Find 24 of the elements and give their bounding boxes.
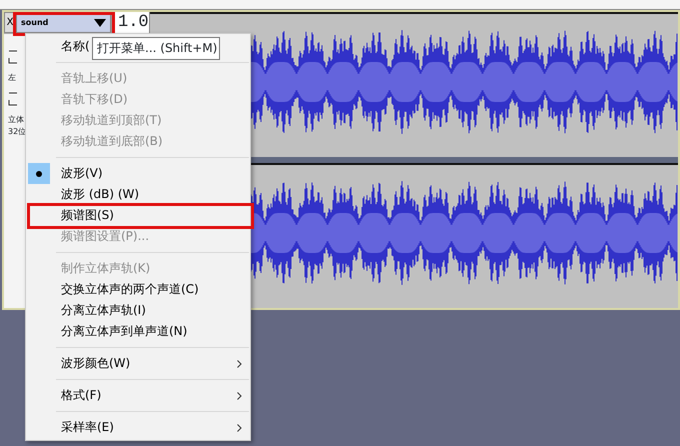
channel-label: 左	[8, 72, 16, 84]
menu-item[interactable]: 分离立体声轨(I)	[26, 300, 250, 321]
menu-item: 移动轨道到顶部(T)	[60, 112, 163, 129]
track-info-text: 立体	[8, 114, 24, 126]
slider-icon[interactable]	[8, 92, 18, 106]
menu-item: 移动轨道到底部(B)	[60, 133, 164, 150]
radio-bullet-icon	[28, 163, 50, 184]
menu-item[interactable]: 格式(F)	[26, 385, 250, 406]
tooltip: 打开菜单... (Shift+M)	[92, 37, 220, 60]
menu-item: 音轨下移(D)	[60, 91, 129, 108]
menu-item[interactable]: 波形(V)	[26, 163, 250, 184]
scale-label: 1.0	[117, 12, 149, 34]
menu-item: 音轨上移(U)	[60, 70, 128, 87]
menu-item[interactable]: 分离立体声到单声道(N)	[26, 321, 250, 342]
caret-icon	[94, 18, 106, 26]
track-info-text: 32位	[8, 126, 26, 138]
menu-item: 制作立体声轨(K)	[60, 260, 152, 277]
menu-item[interactable]: 波形 (dB) (W)	[26, 184, 250, 205]
menu-item[interactable]: 采样率(E)	[26, 417, 250, 438]
menu-item[interactable]: 交换立体声的两个声道(C)	[26, 279, 250, 300]
menu-item[interactable]: 波形颜色(W)	[26, 353, 250, 374]
menu-item: 频谱图设置(P)...	[60, 228, 150, 245]
menu-item[interactable]: 频谱图(S)	[26, 205, 250, 226]
slider-icon[interactable]	[8, 50, 18, 64]
